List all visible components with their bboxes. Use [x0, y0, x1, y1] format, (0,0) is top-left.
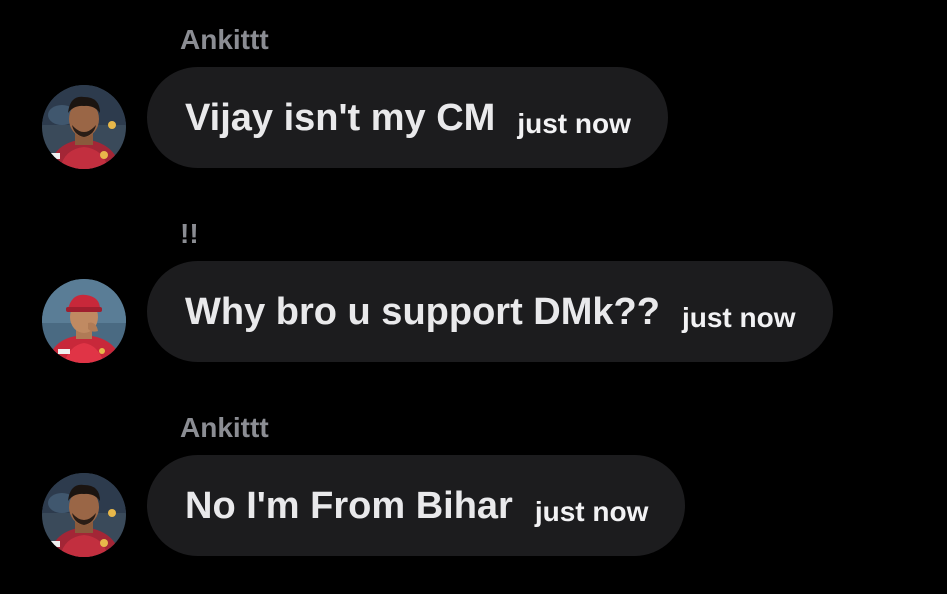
sender-name: Ankittt [180, 412, 269, 443]
avatar[interactable] [42, 473, 126, 557]
message-text: Vijay isn't my CM [185, 96, 496, 139]
message-bubble[interactable]: No I'm From Bihar just now [147, 455, 686, 556]
message-timestamp: just now [517, 107, 631, 139]
message-text: Why bro u support DMk?? [185, 290, 660, 333]
avatar-image [42, 473, 126, 557]
message-timestamp: just now [681, 301, 796, 333]
sender-name: !! [180, 218, 199, 249]
avatar-image [42, 279, 126, 363]
avatar-image [42, 85, 126, 169]
message-bubble[interactable]: Vijay isn't my CM just now [147, 67, 668, 168]
message-bubble[interactable]: Why bro u support DMk?? just now [147, 261, 833, 362]
message-timestamp: just now [534, 495, 649, 527]
avatar[interactable] [42, 85, 126, 169]
sender-name: Ankittt [180, 24, 269, 55]
avatar[interactable] [42, 279, 126, 363]
message-text: No I'm From Bihar [185, 484, 513, 527]
chat-thread: Ankittt Vijay isn't my CM just now !! Wh… [0, 0, 947, 594]
